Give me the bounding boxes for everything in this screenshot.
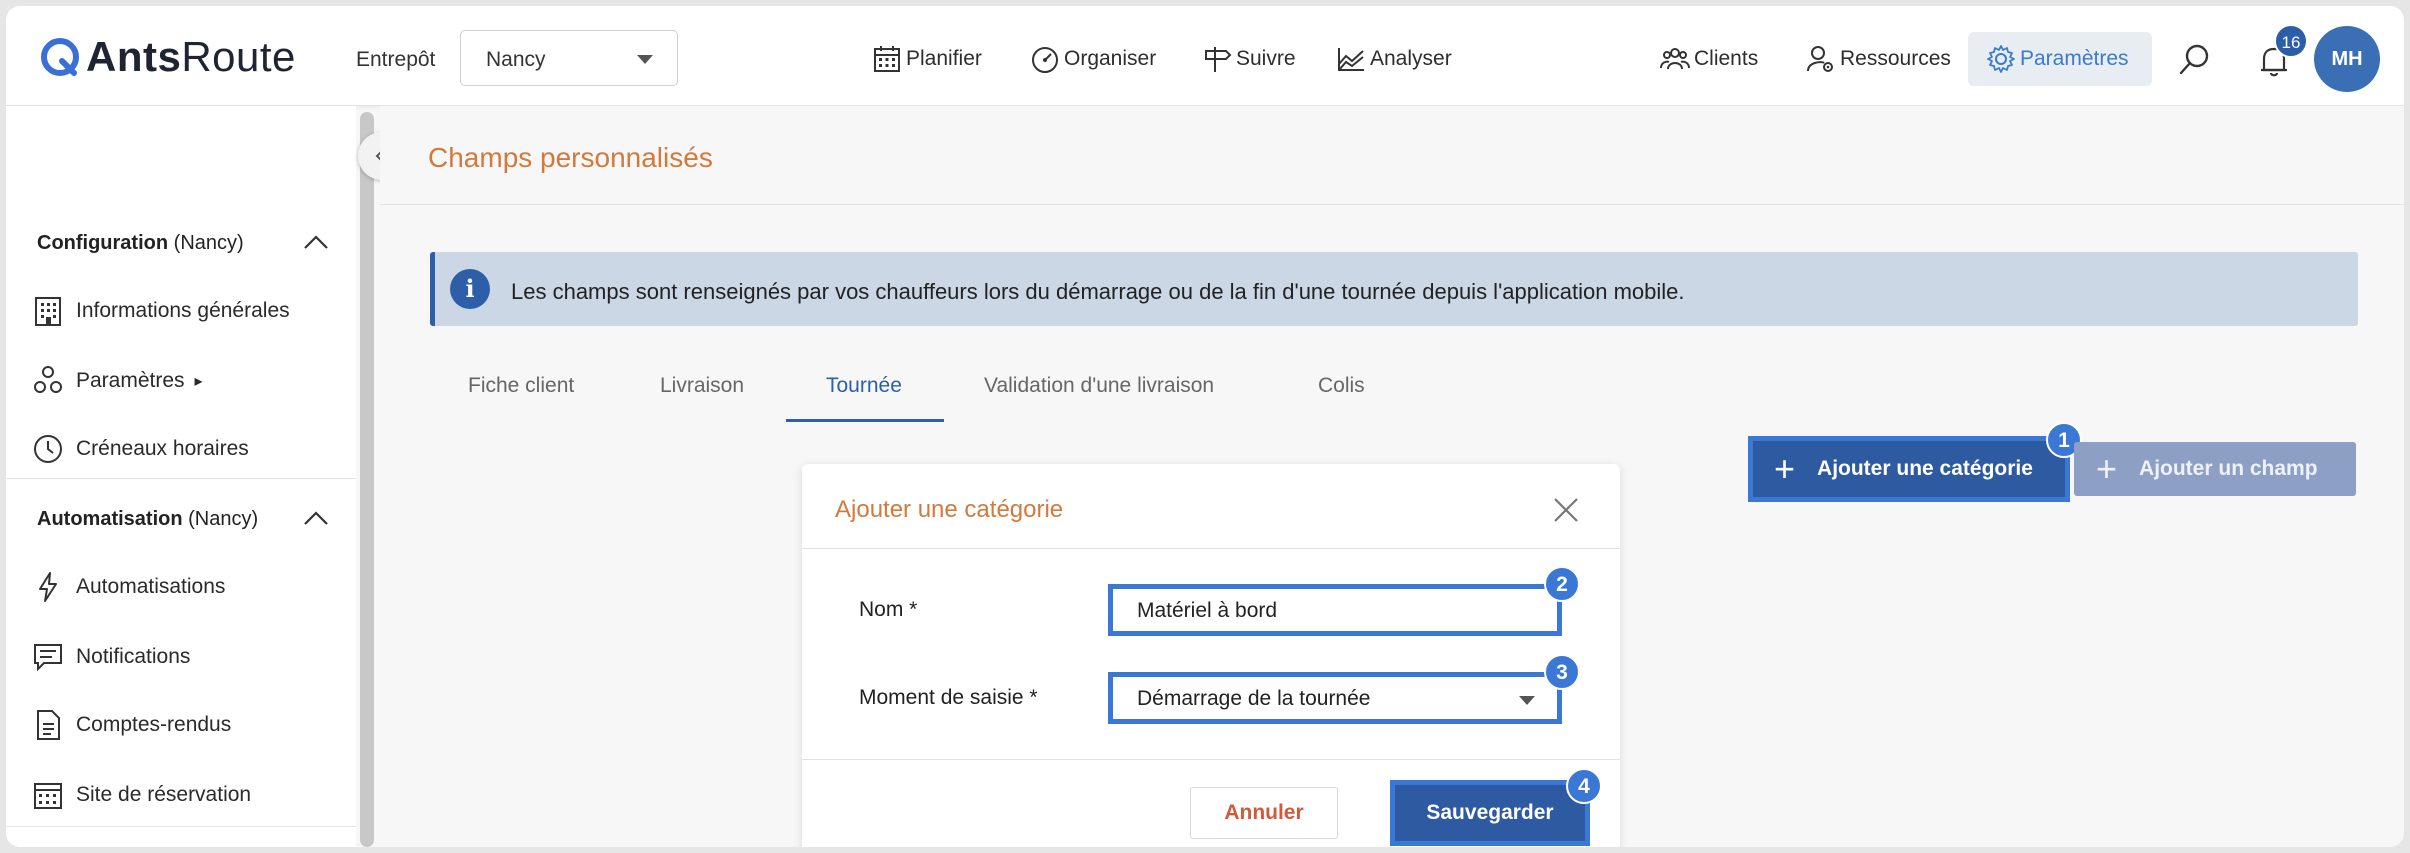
sidebar-divider [6, 826, 356, 827]
moment-label: Moment de saisie * [859, 686, 1038, 709]
plus-icon: + [2096, 448, 2118, 489]
brand-name: AntsRoute [86, 33, 296, 80]
nav-label: Ressources [1840, 47, 1951, 70]
sidebar-section-configuration[interactable]: Configuration (Nancy) [37, 232, 244, 255]
sidebar-section-automatisation[interactable]: Automatisation (Nancy) [37, 508, 258, 531]
sidebar-item-comptes-rendus[interactable]: Comptes-rendus [32, 708, 231, 742]
signpost-icon [1205, 47, 1232, 72]
app-window: AntsRoute Entrepôt Nancy Planifier Organ… [6, 6, 2404, 847]
tab-colis[interactable]: Colis [1318, 374, 1365, 398]
clock-icon [34, 435, 62, 463]
info-icon: i [450, 269, 490, 309]
gauge-icon [1032, 47, 1058, 73]
caret-right-icon: ▸ [194, 373, 203, 390]
nav-planifier[interactable]: Planifier [872, 44, 982, 74]
calendar-icon [34, 783, 62, 809]
chevron-up-icon[interactable] [302, 234, 330, 250]
tab-validation-livraison[interactable]: Validation d'une livraison [984, 374, 1214, 398]
nav-label: Suivre [1236, 47, 1296, 70]
sidebar-item-label: Automatisations [76, 575, 226, 598]
logo-mark-icon [41, 38, 79, 76]
nav-label: Organiser [1064, 47, 1157, 70]
nav-label: Paramètres [2020, 47, 2129, 70]
info-text: Les champs sont renseignés par vos chauf… [511, 279, 1685, 304]
nav-organiser[interactable]: Organiser [1030, 44, 1156, 74]
user-gear-icon [1807, 46, 1833, 72]
sidebar-item-creneaux-horaires[interactable]: Créneaux horaires [32, 432, 249, 466]
modal-divider [802, 548, 1620, 549]
name-value: Matériel à bord [1137, 599, 1278, 622]
step-marker-3: 3 [1544, 654, 1580, 690]
tab-fiche-client[interactable]: Fiche client [468, 374, 574, 398]
tab-tournee[interactable]: Tournée [826, 374, 902, 398]
button-label: Ajouter un champ [2139, 457, 2318, 480]
modules-icon [34, 366, 62, 393]
sidebar-item-automatisations[interactable]: Automatisations [32, 570, 225, 604]
nav-analyser[interactable]: Analyser [1336, 44, 1452, 74]
gear-icon [1987, 45, 2015, 73]
modal-divider [802, 759, 1620, 760]
moment-select[interactable]: Démarrage de la tournée [1108, 672, 1562, 724]
title-divider [380, 204, 2404, 205]
sidebar-divider [6, 478, 356, 479]
step-marker-4: 4 [1566, 768, 1602, 804]
chart-icon [1338, 48, 1364, 71]
page-title: Champs personnalisés [428, 142, 713, 173]
entrepot-value: Nancy [486, 48, 546, 71]
name-label: Nom * [859, 598, 918, 621]
message-icon [34, 644, 62, 672]
sidebar-item-label: Paramètres [76, 369, 185, 392]
nav-parametres[interactable]: Paramètres [1986, 44, 2129, 74]
active-tab-indicator [786, 419, 944, 422]
save-button[interactable]: Sauvegarder [1390, 780, 1590, 846]
step-marker-2: 2 [1544, 566, 1580, 602]
sidebar-scrollbar[interactable] [360, 112, 374, 847]
nav-clients[interactable]: Clients [1660, 44, 1758, 74]
close-icon[interactable] [1552, 496, 1580, 524]
entrepot-label: Entrepôt [356, 48, 436, 71]
nav-label: Clients [1694, 47, 1759, 70]
antsroute-logo[interactable]: AntsRoute [40, 32, 296, 82]
chevron-down-icon [637, 55, 653, 64]
avatar[interactable]: MH [2314, 26, 2380, 92]
search-icon[interactable] [2178, 42, 2212, 76]
users-icon [1660, 48, 1690, 70]
chevron-down-icon [1519, 696, 1535, 705]
sidebar-item-label: Créneaux horaires [76, 437, 249, 460]
nav-label: Analyser [1370, 47, 1452, 70]
nav-suivre[interactable]: Suivre [1202, 44, 1296, 74]
sidebar-item-label: Notifications [76, 645, 191, 668]
sidebar-item-site-de-reservation[interactable]: Site de réservation [32, 778, 251, 812]
add-field-button[interactable]: + Ajouter un champ [2074, 442, 2356, 496]
chevron-up-icon[interactable] [302, 510, 330, 526]
building-icon [35, 297, 61, 326]
document-icon [37, 710, 60, 740]
entrepot-select[interactable]: Nancy [460, 30, 678, 86]
calendar-icon [874, 46, 900, 72]
bolt-icon [39, 572, 57, 602]
add-category-button[interactable]: + Ajouter une catégorie [1748, 436, 2070, 502]
sidebar-item-notifications[interactable]: Notifications [32, 640, 190, 674]
sidebar-item-parametres[interactable]: Paramètres ▸ [32, 364, 203, 398]
button-label: Ajouter une catégorie [1817, 457, 2033, 480]
sidebar-item-informations-generales[interactable]: Informations générales [32, 294, 290, 328]
cancel-button[interactable]: Annuler [1190, 787, 1338, 839]
nav-label: Planifier [906, 47, 982, 70]
sidebar-item-label: Informations générales [76, 299, 290, 322]
modal-title: Ajouter une catégorie [835, 496, 1064, 523]
nav-ressources[interactable]: Ressources [1806, 44, 1951, 74]
plus-icon: + [1774, 448, 1796, 489]
tab-livraison[interactable]: Livraison [660, 374, 744, 398]
notification-badge: 16 [2274, 24, 2308, 58]
name-input[interactable]: Matériel à bord [1108, 584, 1562, 636]
sidebar-item-label: Comptes-rendus [76, 713, 232, 736]
sidebar-item-label: Site de réservation [76, 783, 252, 806]
moment-value: Démarrage de la tournée [1137, 687, 1371, 710]
